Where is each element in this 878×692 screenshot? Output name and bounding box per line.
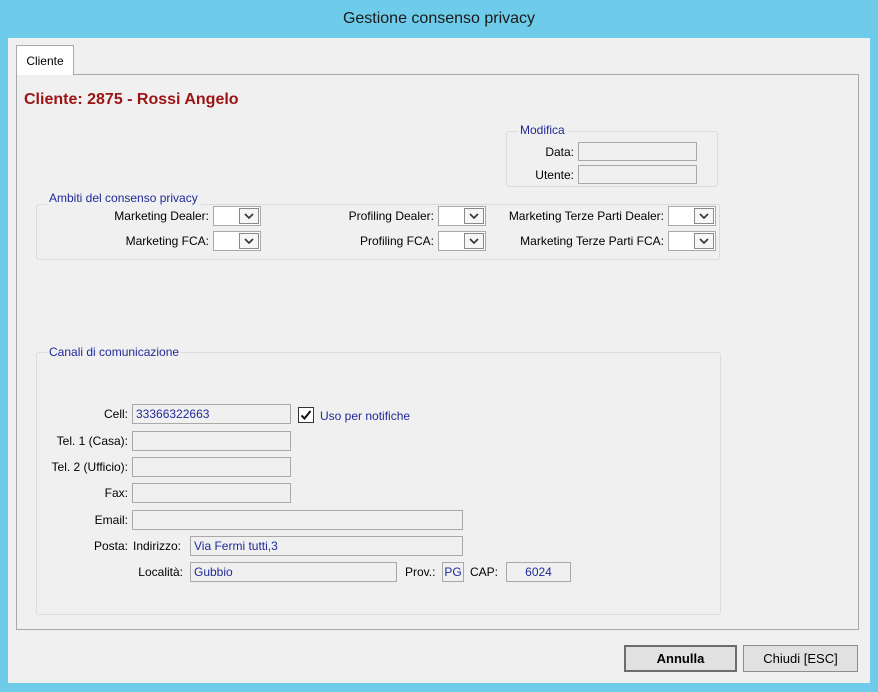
data-label: Data: xyxy=(545,145,574,159)
marketing-dealer-label: Marketing Dealer: xyxy=(114,209,209,223)
chevron-down-icon[interactable] xyxy=(239,233,259,249)
chevron-down-icon[interactable] xyxy=(694,233,714,249)
indirizzo-label: Indirizzo: xyxy=(133,539,182,553)
posta-label: Posta: xyxy=(93,539,128,553)
chiudi-button[interactable]: Chiudi [ESC] xyxy=(743,645,858,672)
utente-field xyxy=(578,165,697,184)
window-title-bar: Gestione consenso privacy xyxy=(0,0,878,38)
customer-title: Cliente: 2875 - Rossi Angelo xyxy=(24,91,239,108)
email-label: Email: xyxy=(94,513,128,527)
mtp-dealer-select[interactable] xyxy=(668,206,716,226)
tab-cliente[interactable]: Cliente xyxy=(16,45,74,75)
mtp-fca-label: Marketing Terze Parti FCA: xyxy=(520,234,664,248)
mtp-fca-select[interactable] xyxy=(668,231,716,251)
chevron-down-icon[interactable] xyxy=(464,208,484,224)
fax-label: Fax: xyxy=(104,486,128,500)
marketing-fca-select[interactable] xyxy=(213,231,261,251)
localita-label: Località: xyxy=(138,565,183,579)
chevron-down-icon[interactable] xyxy=(694,208,714,224)
ambiti-legend: Ambiti del consenso privacy xyxy=(47,191,200,205)
cap-label: CAP: xyxy=(470,565,499,579)
marketing-dealer-select[interactable] xyxy=(213,206,261,226)
uso-notifiche-label[interactable]: Uso per notifiche xyxy=(320,409,410,423)
fax-field[interactable] xyxy=(132,483,291,503)
tel1-field[interactable] xyxy=(132,431,291,451)
profiling-dealer-select[interactable] xyxy=(438,206,486,226)
dialog-body: Cliente Cliente: 2875 - Rossi Angelo Mod… xyxy=(8,38,870,683)
profiling-fca-label: Profiling FCA: xyxy=(359,234,434,248)
tel2-label: Tel. 2 (Ufficio): xyxy=(51,460,128,474)
cell-label: Cell: xyxy=(103,407,128,421)
localita-field[interactable]: Gubbio xyxy=(190,562,397,582)
tel2-field[interactable] xyxy=(132,457,291,477)
checkmark-icon xyxy=(300,410,312,420)
data-field xyxy=(578,142,697,161)
indirizzo-field[interactable]: Via Fermi tutti,3 xyxy=(190,536,463,556)
window-title: Gestione consenso privacy xyxy=(342,10,536,27)
profiling-dealer-label: Profiling Dealer: xyxy=(348,209,434,223)
email-field[interactable] xyxy=(132,510,463,530)
modifica-legend: Modifica xyxy=(518,123,567,137)
canali-legend: Canali di comunicazione xyxy=(47,345,182,359)
annulla-button[interactable]: Annulla xyxy=(624,645,737,672)
utente-label: Utente: xyxy=(535,168,574,182)
prov-label: Prov.: xyxy=(405,565,436,579)
tab-cliente-label: Cliente xyxy=(26,53,64,68)
prov-field[interactable]: PG xyxy=(442,562,464,582)
chevron-down-icon[interactable] xyxy=(239,208,259,224)
profiling-fca-select[interactable] xyxy=(438,231,486,251)
cell-field[interactable]: 33366322663 xyxy=(132,404,291,424)
chevron-down-icon[interactable] xyxy=(464,233,484,249)
cap-field[interactable]: 6024 xyxy=(506,562,571,582)
marketing-fca-label: Marketing FCA: xyxy=(125,234,209,248)
tel1-label: Tel. 1 (Casa): xyxy=(56,434,128,448)
uso-notifiche-checkbox[interactable] xyxy=(298,407,314,423)
mtp-dealer-label: Marketing Terze Parti Dealer: xyxy=(508,209,664,223)
